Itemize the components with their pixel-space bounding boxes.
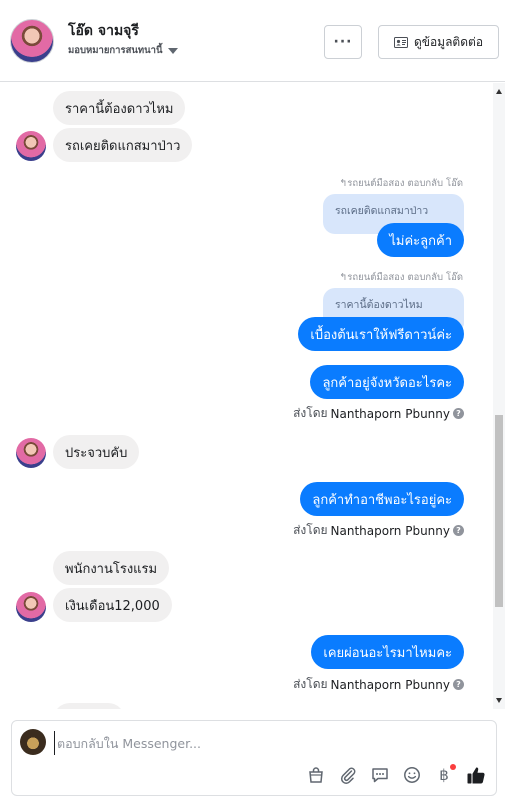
conversation-header: โอ๊ด จามจุรี มอบหมายการสนทนานี้ ··· ดูข้… [0, 0, 505, 82]
reply-context-label: ↰รถยนต์มือสอง ตอบกลับ โอ๊ด [339, 272, 463, 283]
shop-bag-icon[interactable] [306, 765, 326, 785]
incoming-message: เงินเดือน12,000 [53, 588, 172, 622]
assign-label: มอบหมายการสนทนานี้ [68, 45, 163, 56]
sender-name[interactable]: Nanthaporn Pbunny [331, 524, 450, 538]
sent-by-prefix: ส่งโดย [293, 677, 328, 691]
reply-context-label: ↰รถยนต์มือสอง ตอบกลับ โอ๊ด [339, 178, 463, 189]
help-icon[interactable]: ? [453, 679, 464, 690]
caret-down-icon [167, 47, 178, 54]
help-icon[interactable]: ? [453, 525, 464, 536]
thread-scrollbar[interactable] [493, 83, 505, 709]
incoming-message: พนักงานโรงแรม [53, 551, 170, 585]
sent-by-label: ส่งโดย Nanthaporn Pbunny ? [293, 675, 464, 694]
outgoing-message: ลูกค้าทำอาชีพอะไรอยู่คะ [300, 482, 464, 516]
contact-card-icon [393, 36, 408, 48]
sent-by-label: ส่งโดย Nanthaporn Pbunny ? [293, 521, 464, 540]
more-options-button[interactable]: ··· [324, 25, 362, 59]
sent-by-prefix: ส่งโดย [293, 523, 328, 537]
notification-dot [450, 764, 456, 770]
contact-avatar-small[interactable] [16, 438, 46, 468]
outgoing-message: เคยผ่อนอะไรมาไหมคะ [311, 635, 464, 669]
incoming-message: ประจวบคับ [53, 435, 140, 469]
scroll-down-icon[interactable] [496, 698, 502, 703]
contact-name[interactable]: โอ๊ด จามจุรี [68, 20, 139, 42]
view-contact-label: ดูข้อมูลติดต่อ [413, 34, 484, 49]
composer-toolbar: ฿ [306, 764, 486, 786]
contact-avatar[interactable] [10, 19, 54, 63]
incoming-message-partial [53, 703, 125, 709]
sent-by-label: ส่งโดย Nanthaporn Pbunny ? [293, 404, 464, 423]
message-composer: ฿ [11, 720, 497, 796]
saved-reply-icon[interactable] [370, 765, 390, 785]
scroll-up-icon[interactable] [496, 89, 502, 94]
attach-icon[interactable] [338, 765, 358, 785]
incoming-message: ราคานี้ต้องดาวไหม [53, 91, 186, 125]
like-icon[interactable] [466, 765, 486, 785]
emoji-icon[interactable] [402, 765, 422, 785]
more-icon: ··· [333, 34, 353, 50]
reply-input[interactable] [54, 731, 484, 755]
baht-payment-icon[interactable]: ฿ [434, 764, 456, 785]
message-thread[interactable]: ราคานี้ต้องดาวไหม รถเคยติดแกสมาป่าว ↰รถย… [0, 83, 505, 709]
view-contact-button[interactable]: ดูข้อมูลติดต่อ [378, 25, 499, 59]
outgoing-message: เบื้องต้นเราให้ฟรีดาวน์ค่ะ [298, 317, 464, 351]
page-avatar [20, 729, 46, 755]
sender-name[interactable]: Nanthaporn Pbunny [331, 407, 450, 421]
outgoing-message: ไม่ค่ะลูกค้า [377, 223, 464, 257]
sent-by-prefix: ส่งโดย [293, 406, 328, 420]
incoming-message: รถเคยติดแกสมาป่าว [53, 128, 193, 162]
contact-avatar-small[interactable] [16, 131, 46, 161]
help-icon[interactable]: ? [453, 408, 464, 419]
scrollbar-thumb[interactable] [495, 415, 503, 607]
outgoing-message: ลูกค้าอยู่จังหวัดอะไรคะ [310, 365, 464, 399]
sender-name[interactable]: Nanthaporn Pbunny [331, 678, 450, 692]
contact-avatar-small[interactable] [16, 592, 46, 622]
assign-conversation-dropdown[interactable]: มอบหมายการสนทนานี้ [68, 43, 178, 58]
